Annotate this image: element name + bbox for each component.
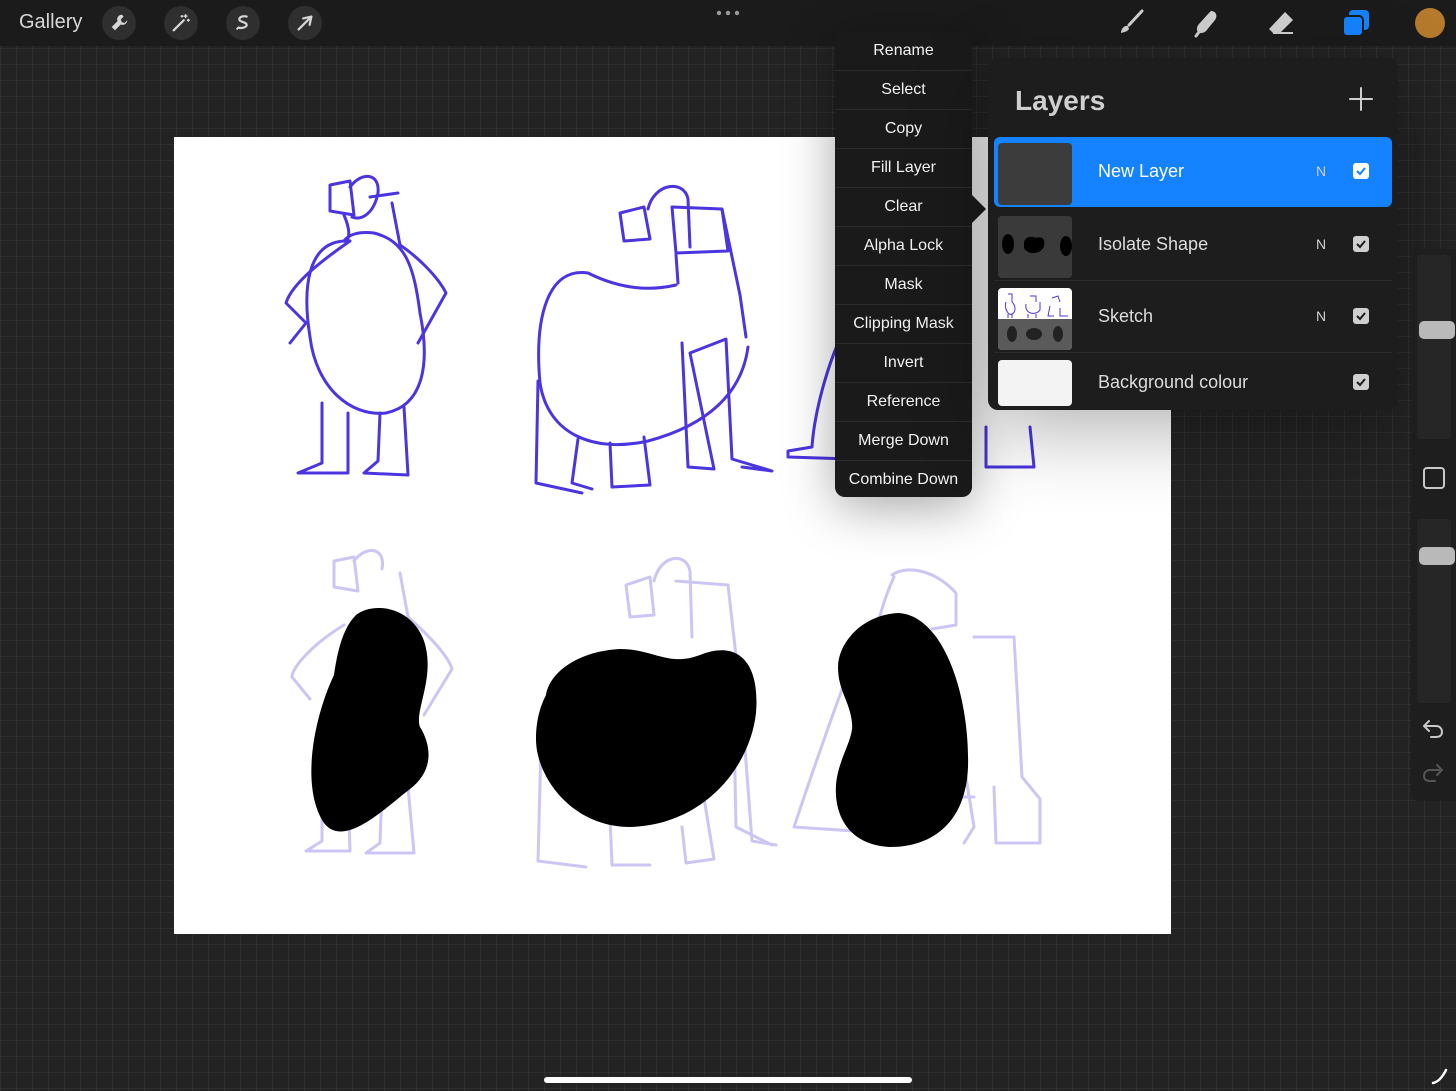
- layer-thumbnail: [998, 143, 1072, 205]
- menu-pointer: [972, 195, 986, 223]
- smudge-icon[interactable]: [1191, 7, 1223, 39]
- magic-wand-icon[interactable]: [164, 6, 198, 40]
- menu-clear[interactable]: Clear: [835, 188, 972, 227]
- menu-rename[interactable]: Rename: [835, 32, 972, 71]
- menu-invert[interactable]: Invert: [835, 344, 972, 383]
- brush-opacity-slider[interactable]: [1417, 519, 1455, 703]
- undo-icon[interactable]: [1421, 717, 1445, 739]
- visibility-checkbox[interactable]: [1353, 308, 1369, 324]
- more-options-icon[interactable]: [716, 9, 740, 17]
- layer-row-new-layer[interactable]: New Layer N: [994, 137, 1392, 207]
- checkmark-icon: [1356, 312, 1366, 321]
- wrench-icon[interactable]: [102, 6, 136, 40]
- checkmark-icon: [1356, 378, 1366, 387]
- layer-thumbnail: [998, 288, 1072, 350]
- home-indicator[interactable]: [544, 1077, 912, 1083]
- layer-row-isolate-shape[interactable]: Isolate Shape N: [994, 210, 1392, 281]
- menu-alpha-lock[interactable]: Alpha Lock: [835, 227, 972, 266]
- brush-size-slider[interactable]: [1417, 255, 1455, 439]
- eraser-icon[interactable]: [1265, 7, 1297, 39]
- modify-button[interactable]: [1423, 467, 1445, 489]
- brush-size-handle[interactable]: [1419, 321, 1455, 339]
- layer-thumbnail: [998, 216, 1072, 278]
- brush-sidebar: [1411, 249, 1456, 801]
- gallery-button[interactable]: Gallery: [19, 11, 82, 34]
- blend-mode[interactable]: N: [1316, 236, 1326, 252]
- menu-fill-layer[interactable]: Fill Layer: [835, 149, 972, 188]
- blend-mode[interactable]: N: [1316, 163, 1326, 179]
- layer-name: Sketch: [1098, 306, 1154, 326]
- menu-combine-down[interactable]: Combine Down: [835, 461, 972, 499]
- color-swatch[interactable]: [1415, 8, 1445, 38]
- visibility-checkbox[interactable]: [1353, 374, 1369, 390]
- pencil-hover-icon: [1431, 1068, 1448, 1085]
- visibility-checkbox[interactable]: [1353, 236, 1369, 252]
- layer-row-background-colour[interactable]: Background colour: [994, 354, 1392, 412]
- top-toolbar: Gallery: [0, 0, 1456, 46]
- layers-title: Layers: [1015, 85, 1106, 116]
- selection-icon[interactable]: [226, 6, 260, 40]
- layer-name: New Layer: [1098, 161, 1185, 181]
- brush-opacity-handle[interactable]: [1419, 547, 1455, 565]
- layer-row-sketch[interactable]: Sketch N: [994, 282, 1392, 353]
- menu-clipping-mask[interactable]: Clipping Mask: [835, 305, 972, 344]
- layers-panel: Layers New Layer N Isolate Shape N Sketc…: [988, 58, 1398, 410]
- menu-reference[interactable]: Reference: [835, 383, 972, 422]
- checkmark-icon: [1356, 167, 1366, 176]
- redo-icon[interactable]: [1421, 761, 1445, 783]
- blend-mode[interactable]: N: [1316, 308, 1326, 324]
- menu-copy[interactable]: Copy: [835, 110, 972, 149]
- visibility-checkbox[interactable]: [1353, 163, 1369, 179]
- brush-icon[interactable]: [1115, 7, 1147, 39]
- layer-name: Isolate Shape: [1098, 234, 1209, 254]
- transform-arrow-icon[interactable]: [288, 6, 322, 40]
- layer-options-menu: Rename Select Copy Fill Layer Clear Alph…: [835, 32, 972, 497]
- menu-select[interactable]: Select: [835, 71, 972, 110]
- layer-name: Background colour: [1098, 372, 1249, 392]
- plus-icon[interactable]: [1348, 86, 1374, 112]
- menu-merge-down[interactable]: Merge Down: [835, 422, 972, 461]
- layer-thumbnail: [998, 360, 1072, 406]
- layers-icon[interactable]: [1340, 7, 1372, 39]
- checkmark-icon: [1356, 240, 1366, 249]
- menu-mask[interactable]: Mask: [835, 266, 972, 305]
